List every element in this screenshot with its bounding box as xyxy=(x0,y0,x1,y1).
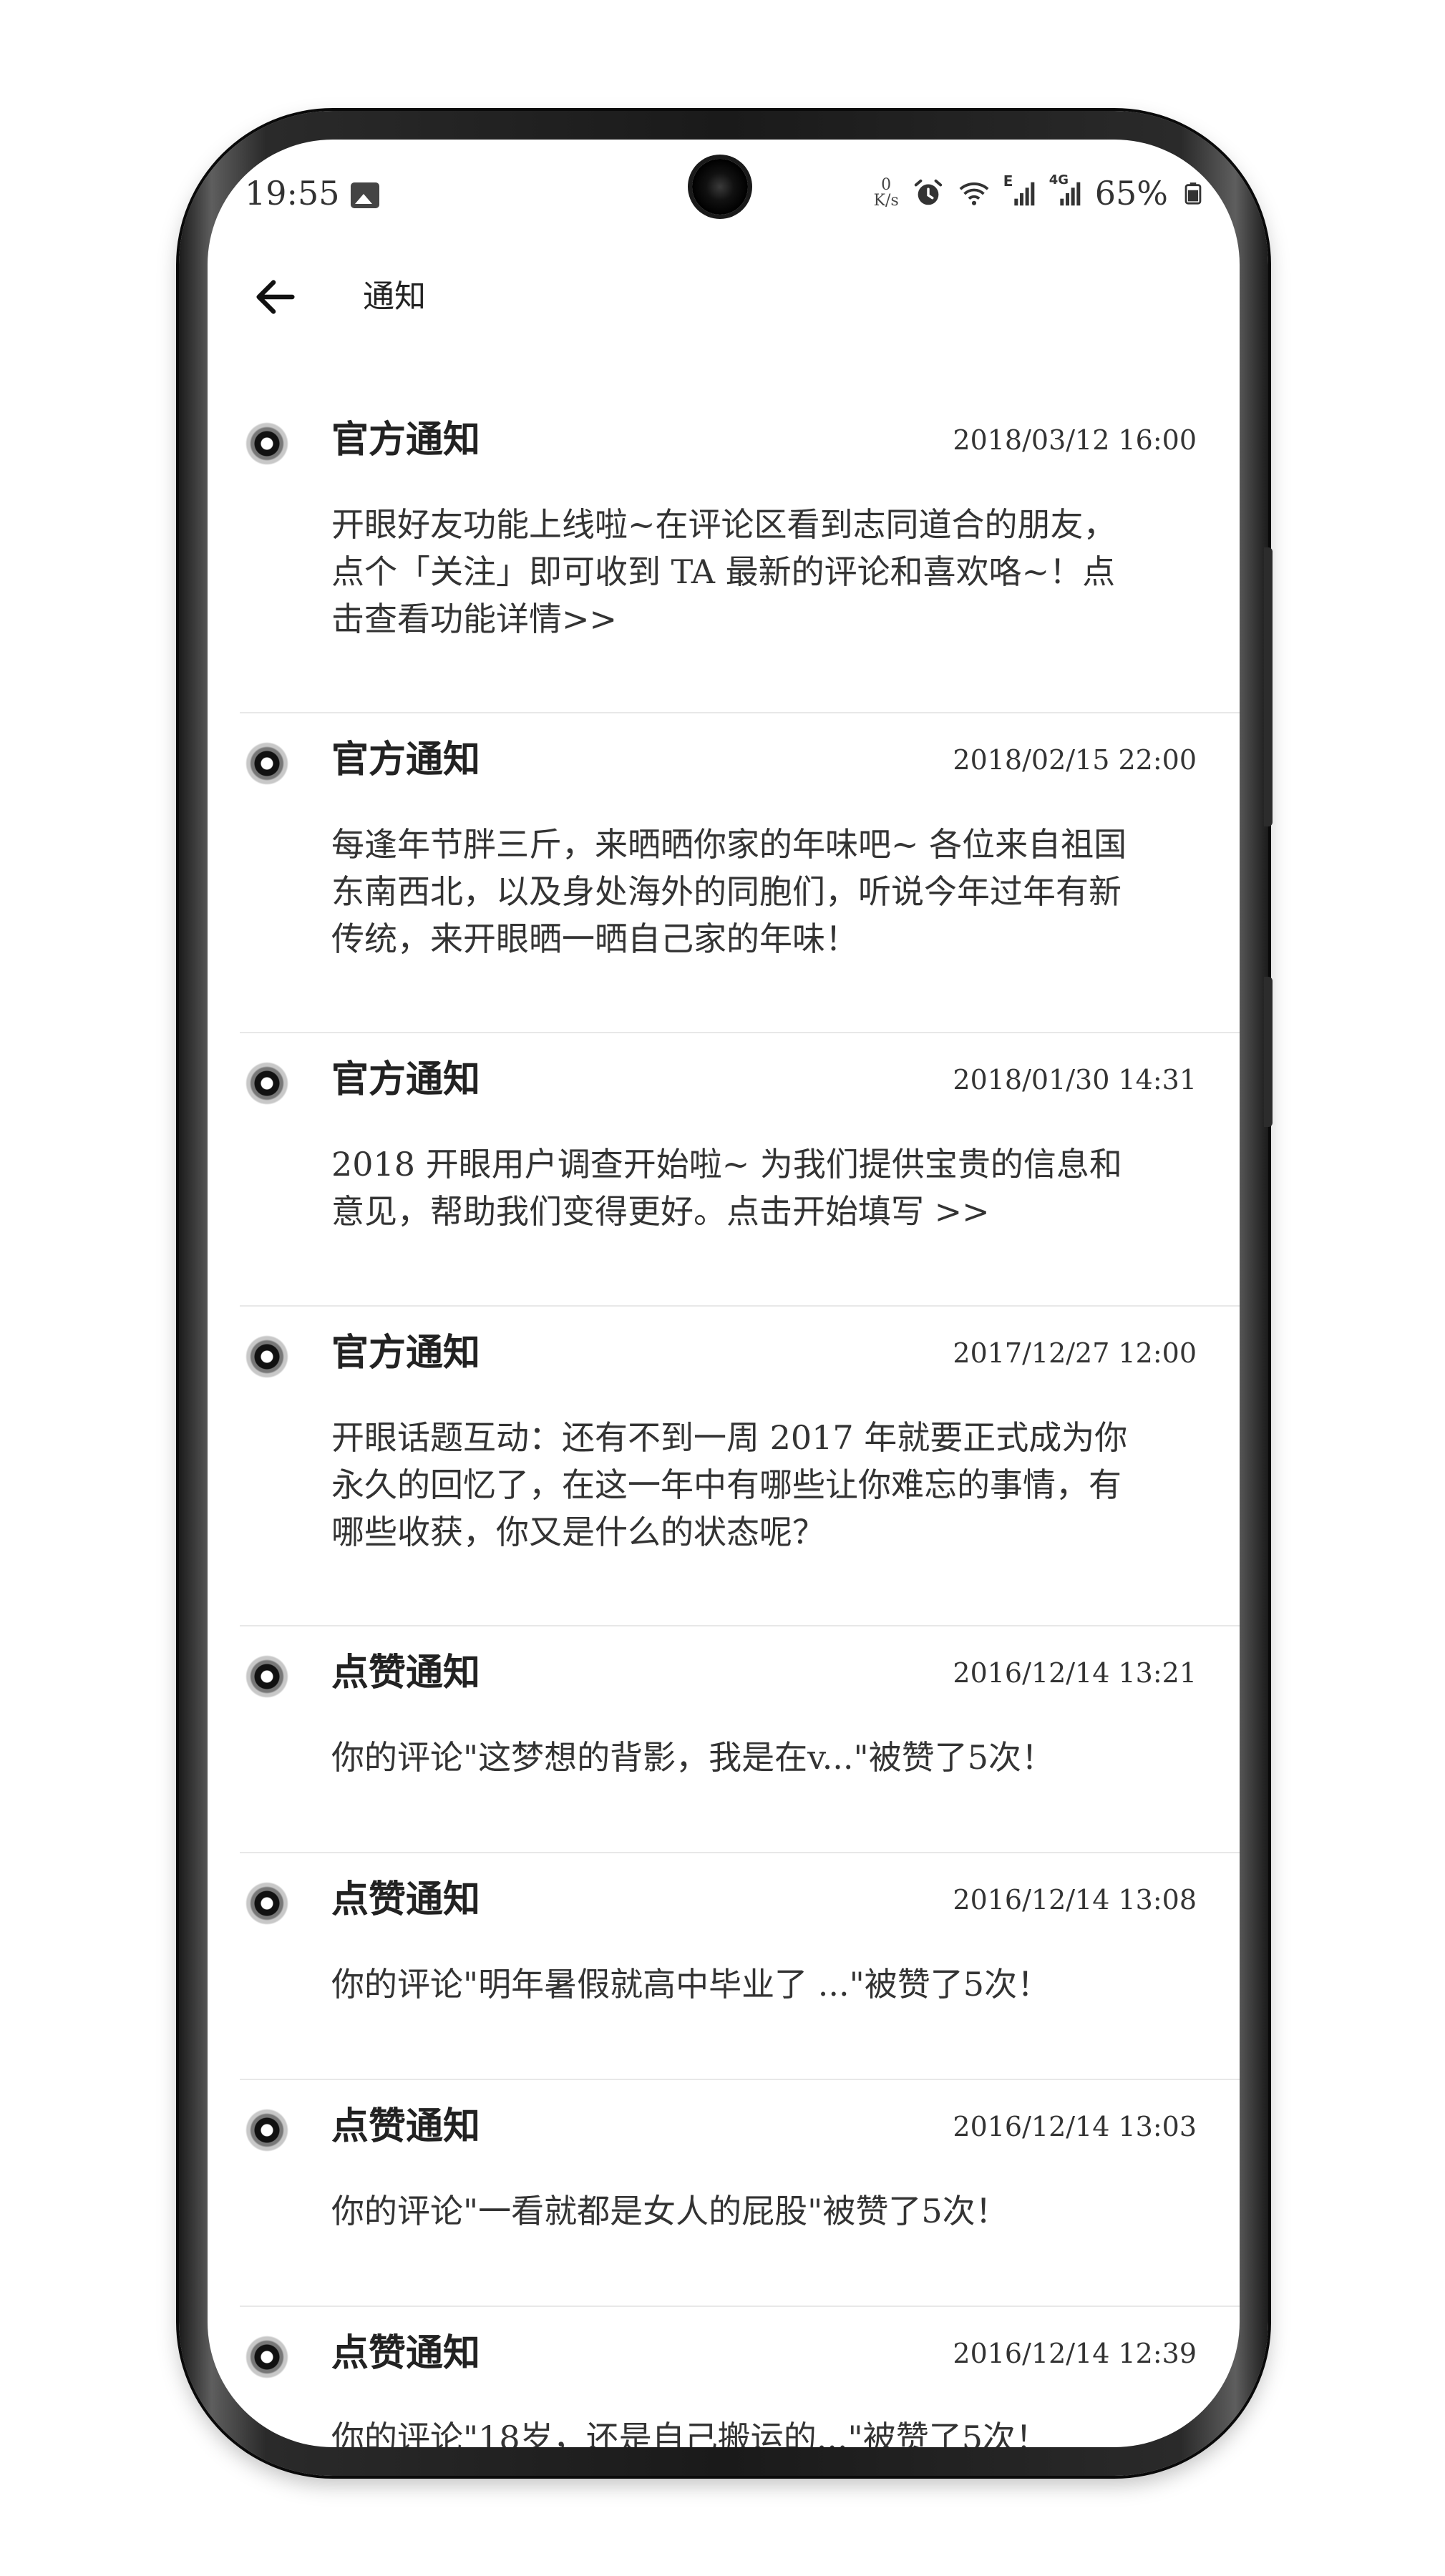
notification-title: 官方通知 xyxy=(331,1331,481,1375)
notification-item[interactable]: 官方通知 2018/01/30 14:31 2018 开眼用户调查开始啦~ 为我… xyxy=(240,1033,1240,1307)
notification-body: 开眼话题互动：还有不到一周 2017 年就要正式成为你 永久的回忆了，在这一年中… xyxy=(331,1414,1190,1556)
notification-body-line: 传统，来开眼晒一晒自己家的年味！ xyxy=(331,919,858,958)
notification-body: 你的评论"这梦想的背影，我是在v..."被赞了5次！ xyxy=(331,1734,1190,1781)
notification-body: 你的评论"一看就都是女人的屁股"被赞了5次！ xyxy=(331,2187,1190,2235)
battery-percent: 65% xyxy=(1094,174,1168,213)
network-speed-unit: K/s xyxy=(873,192,899,210)
eye-logo-avatar xyxy=(245,742,288,785)
battery-icon xyxy=(1184,182,1202,205)
notification-item[interactable]: 点赞通知 2016/12/14 13:03 你的评论"一看就都是女人的屁股"被赞… xyxy=(240,2080,1240,2307)
notification-body-line: 击查看功能详情>> xyxy=(331,600,618,638)
notification-title: 官方通知 xyxy=(331,738,481,781)
notification-item[interactable]: 官方通知 2018/02/15 22:00 每逢年节胖三斤，来晒晒你家的年味吧~… xyxy=(240,713,1240,1033)
notification-title: 点赞通知 xyxy=(331,2104,481,2148)
notification-time: 2017/12/27 12:00 xyxy=(953,1337,1197,1369)
eye-logo-avatar xyxy=(245,1062,288,1105)
eye-logo-avatar xyxy=(245,1882,288,1925)
notification-time: 2018/02/15 22:00 xyxy=(953,744,1197,776)
notification-time: 2016/12/14 13:08 xyxy=(953,1884,1197,1916)
notification-body: 你的评论"18岁，还是自己搬运的..."被赞了5次！ xyxy=(331,2414,1190,2447)
notification-time: 2018/01/30 14:31 xyxy=(953,1064,1197,1096)
device-frame: 19:55 0 K/s E 4G 65% 通知 官方通知 2018/03/12 … xyxy=(0,0,1445,2576)
notification-item[interactable]: 点赞通知 2016/12/14 13:08 你的评论"明年暑假就高中毕业了 ..… xyxy=(240,1853,1240,2080)
notification-title: 点赞通知 xyxy=(331,1651,481,1694)
notification-body-line: 哪些收获，你又是什么的状态呢？ xyxy=(331,1513,825,1551)
notification-title: 官方通知 xyxy=(331,1058,481,1101)
notification-body-line: 你的评论"这梦想的背影，我是在v..."被赞了5次！ xyxy=(331,1738,1054,1777)
notification-body-line: 东南西北，以及身处海外的同胞们，听说今年过年有新 xyxy=(331,872,1122,911)
notification-item[interactable]: 点赞通知 2016/12/14 13:21 你的评论"这梦想的背影，我是在v..… xyxy=(240,1626,1240,1853)
notification-body-line: 每逢年节胖三斤，来晒晒你家的年味吧~ 各位来自祖国 xyxy=(331,825,1127,864)
eye-logo-avatar xyxy=(245,2336,288,2379)
eye-logo-avatar xyxy=(245,1655,288,1698)
notification-body-line: 2018 开眼用户调查开始啦~ 为我们提供宝贵的信息和 xyxy=(331,1145,1122,1184)
notification-time: 2018/03/12 16:00 xyxy=(953,424,1197,456)
image-notification-icon xyxy=(351,182,379,208)
status-icons: 0 K/s E 4G 65% xyxy=(874,168,1205,218)
eye-logo-avatar xyxy=(245,2109,288,2152)
status-time: 19:55 xyxy=(245,174,340,213)
status-bar: 19:55 0 K/s E 4G 65% xyxy=(208,168,1240,218)
eye-logo-avatar xyxy=(245,1335,288,1378)
notification-item[interactable]: 官方通知 2018/03/12 16:00 开眼好友功能上线啦~在评论区看到志同… xyxy=(240,394,1240,713)
volume-button xyxy=(1264,547,1273,826)
notification-body-line: 开眼话题互动：还有不到一周 2017 年就要正式成为你 xyxy=(331,1418,1128,1457)
notification-body: 2018 开眼用户调查开始啦~ 为我们提供宝贵的信息和 意见，帮助我们变得更好。… xyxy=(331,1141,1190,1235)
notification-title: 官方通知 xyxy=(331,418,481,462)
eye-logo-avatar xyxy=(245,422,288,465)
screen: 19:55 0 K/s E 4G 65% 通知 官方通知 2018/03/12 … xyxy=(208,140,1240,2447)
signal-4g: 4G xyxy=(1049,172,1082,210)
notification-time: 2016/12/14 12:39 xyxy=(953,2338,1197,2369)
power-button xyxy=(1264,977,1273,1127)
alarm-icon xyxy=(914,179,942,205)
notification-body: 每逢年节胖三斤，来晒晒你家的年味吧~ 各位来自祖国 东南西北，以及身处海外的同胞… xyxy=(331,821,1190,962)
network-speed: 0 K/s xyxy=(874,177,899,209)
notification-body-line: 点个「关注」即可收到 TA 最新的评论和喜欢咯~！点 xyxy=(331,552,1116,591)
signal-e: E xyxy=(1003,172,1036,210)
notification-title: 点赞通知 xyxy=(331,2331,481,2375)
notification-body-line: 你的评论"明年暑假就高中毕业了 ..."被赞了5次！ xyxy=(331,1965,1051,2004)
page-title: 通知 xyxy=(363,278,426,315)
network-speed-value: 0 xyxy=(881,176,892,194)
notification-body-line: 你的评论"一看就都是女人的屁股"被赞了5次！ xyxy=(331,2192,1008,2230)
notification-title: 点赞通知 xyxy=(331,1878,481,1921)
notification-body-line: 意见，帮助我们变得更好。点击开始填写 >> xyxy=(331,1192,990,1231)
back-arrow-icon[interactable] xyxy=(250,272,301,322)
notification-body-line: 永久的回忆了，在这一年中有哪些让你难忘的事情，有 xyxy=(331,1465,1122,1504)
notification-item[interactable]: 官方通知 2017/12/27 12:00 开眼话题互动：还有不到一周 2017… xyxy=(240,1307,1240,1626)
wifi-icon xyxy=(959,182,989,205)
signal-icon xyxy=(1060,182,1081,206)
notification-time: 2016/12/14 13:03 xyxy=(953,2111,1197,2142)
notification-time: 2016/12/14 13:21 xyxy=(953,1657,1197,1689)
app-bar: 通知 xyxy=(208,250,1240,343)
notification-list: 官方通知 2018/03/12 16:00 开眼好友功能上线啦~在评论区看到志同… xyxy=(240,394,1240,2447)
notification-body-line: 开眼好友功能上线啦~在评论区看到志同道合的朋友， xyxy=(331,505,1116,544)
notification-body-line: 你的评论"18岁，还是自己搬运的..."被赞了5次！ xyxy=(331,2419,1049,2447)
notification-body: 你的评论"明年暑假就高中毕业了 ..."被赞了5次！ xyxy=(331,1961,1190,2008)
notification-item[interactable]: 点赞通知 2016/12/14 12:39 你的评论"18岁，还是自己搬运的..… xyxy=(240,2307,1240,2447)
notification-body: 开眼好友功能上线啦~在评论区看到志同道合的朋友， 点个「关注」即可收到 TA 最… xyxy=(331,501,1190,643)
signal-icon xyxy=(1014,182,1035,206)
